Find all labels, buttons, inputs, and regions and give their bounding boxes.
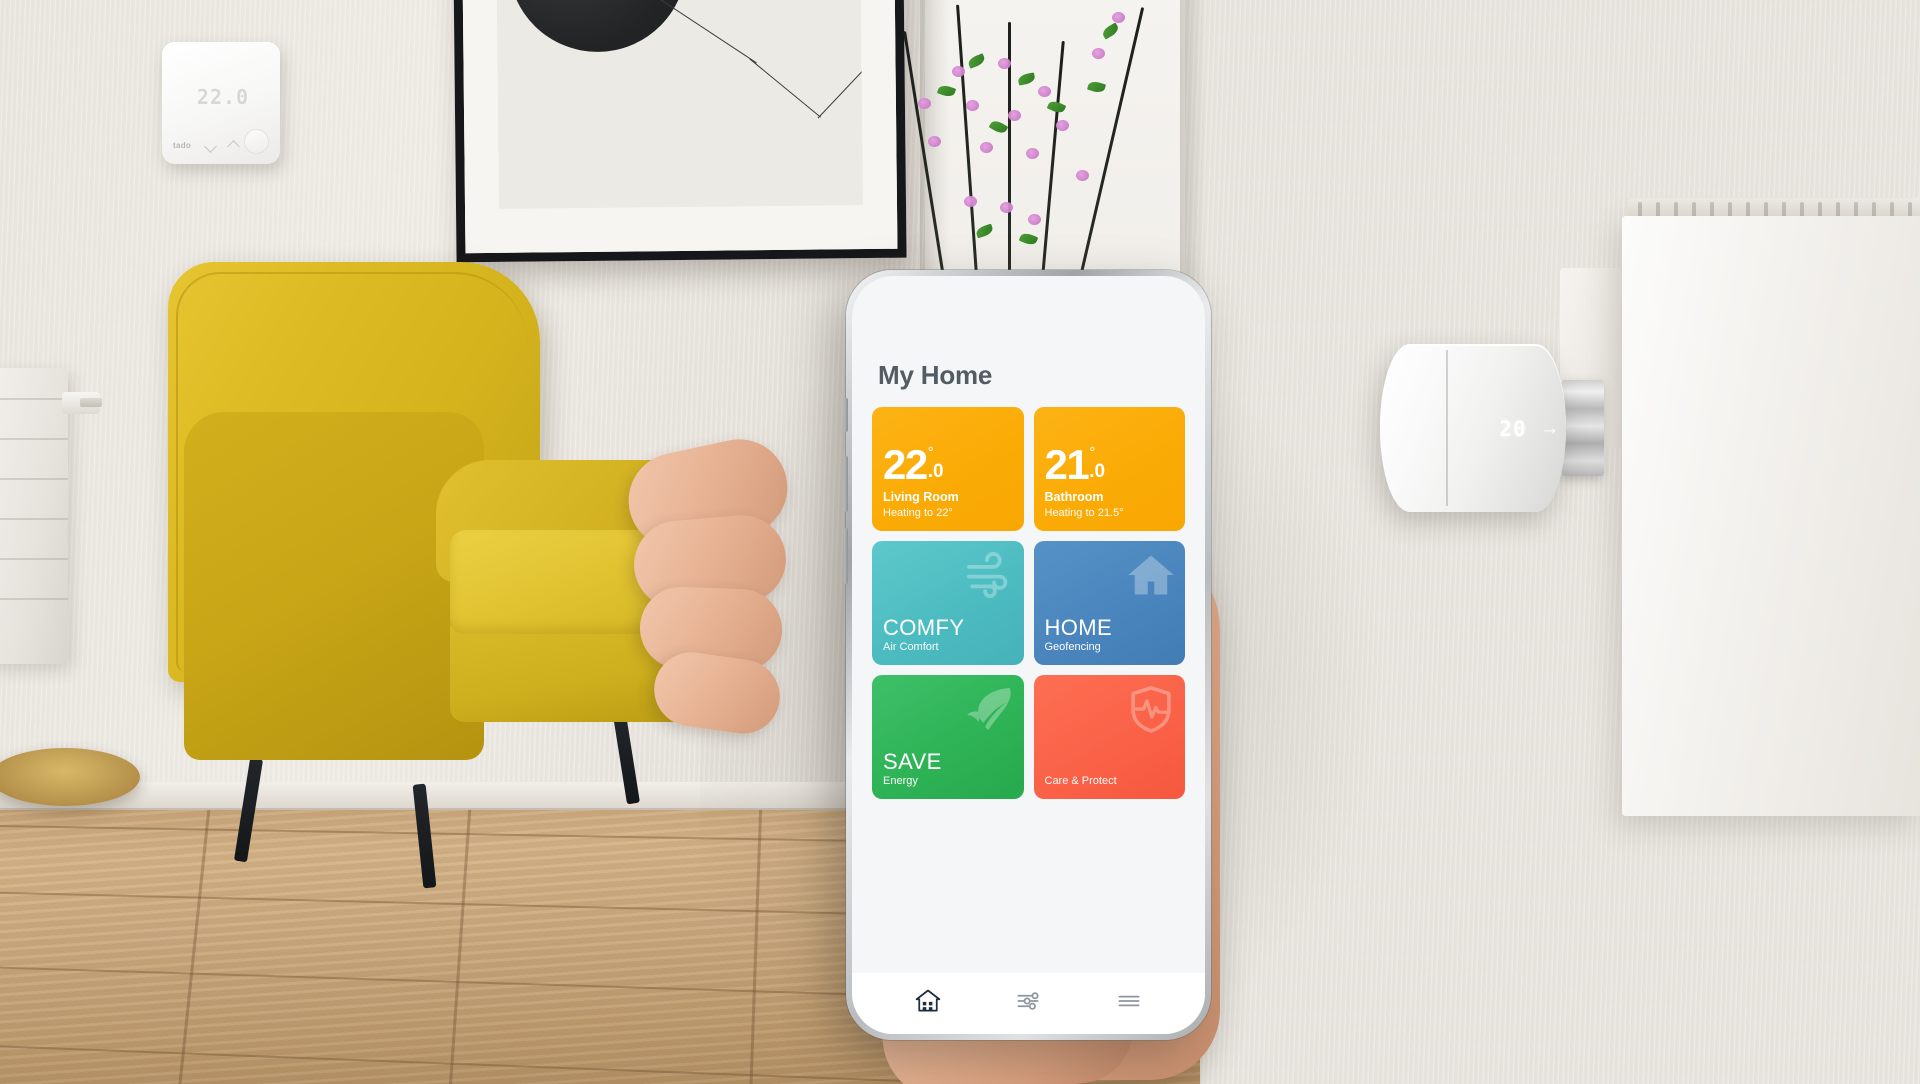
- thermostat-down-arrow-button[interactable]: [206, 141, 217, 152]
- skill-tile-comfy[interactable]: COMFY Air Comfort: [872, 541, 1024, 665]
- bathroom-temperature-decimal: .0: [1089, 460, 1106, 482]
- thermostat-brand-label: tado: [173, 141, 192, 150]
- phone-button-volume-up[interactable]: [844, 456, 848, 512]
- left-radiator-pipe: [80, 398, 102, 407]
- living-room-temperature-decimal: .0: [927, 460, 944, 482]
- framed-artwork: [453, 0, 907, 263]
- thermostat-display: 22.0: [196, 85, 250, 109]
- wall-thermostat-device[interactable]: 22.0 tado: [162, 42, 280, 164]
- nav-item-home[interactable]: [906, 984, 950, 1018]
- bathroom-temperature-integer: 21: [1044, 440, 1090, 488]
- thermostat-up-arrow-button[interactable]: [229, 141, 240, 152]
- comfy-title: COMFY: [883, 615, 965, 641]
- phone-button-mute[interactable]: [844, 398, 848, 432]
- smart-radiator-thermostat[interactable]: 20 →: [1380, 344, 1604, 512]
- thermostat-round-button[interactable]: [244, 129, 269, 154]
- shield-heartbeat-icon: [1125, 683, 1177, 735]
- radiator-valve-display: 20: [1499, 417, 1527, 442]
- bathroom-name: Bathroom: [1044, 490, 1104, 505]
- bathroom-degree-symbol: °: [1089, 443, 1096, 461]
- living-room-name: Living Room: [883, 490, 959, 505]
- radiator-valve-nut: [1562, 380, 1604, 476]
- right-radiator: [1622, 216, 1920, 816]
- wind-icon: [964, 549, 1016, 601]
- radiator-valve-arrow-icon: →: [1540, 418, 1559, 439]
- phone-button-volume-down[interactable]: [844, 528, 848, 584]
- smart-home-app: My Home 22 ° .0 Living Room Heating to 2…: [852, 276, 1205, 1034]
- yellow-armchair: [168, 262, 708, 889]
- home-nav-icon: [915, 989, 941, 1011]
- bottom-navigation-bar: [852, 972, 1205, 1034]
- room-tile-bathroom[interactable]: 21 ° .0 Bathroom Heating to 21.5°: [1033, 407, 1185, 531]
- leaf-icon: [964, 683, 1016, 735]
- phone-screen: My Home 22 ° .0 Living Room Heating to 2…: [852, 276, 1205, 1034]
- home-subtitle: Geofencing: [1044, 641, 1101, 654]
- room-tile-living-room[interactable]: 22 ° .0 Living Room Heating to 22°: [872, 407, 1024, 531]
- radiator-valve-body[interactable]: [1380, 344, 1566, 512]
- smartphone: My Home 22 ° .0 Living Room Heating to 2…: [844, 270, 1211, 1040]
- flowering-plant: [880, 0, 1200, 291]
- living-room-status: Heating to 22°: [883, 507, 953, 520]
- care-protect-subtitle: Care & Protect: [1044, 775, 1117, 788]
- house-icon: [1125, 549, 1177, 601]
- artwork-circle-shape: [507, 0, 688, 53]
- hamburger-nav-icon: [1118, 995, 1140, 1006]
- page-title: My Home: [878, 360, 993, 390]
- app-header: My Home: [852, 276, 1205, 407]
- sliders-nav-icon: [1017, 991, 1039, 1010]
- nav-item-settings[interactable]: [1006, 984, 1050, 1018]
- left-radiator: [0, 368, 68, 664]
- scene-root: 22.0 tado 20 → My Home 22 ° .0 Living Ro…: [0, 0, 1920, 1084]
- comfy-subtitle: Air Comfort: [883, 641, 939, 654]
- save-subtitle: Energy: [883, 775, 918, 788]
- skill-tile-care-protect[interactable]: Care & Protect: [1033, 675, 1185, 799]
- living-room-degree-symbol: °: [927, 443, 934, 461]
- nav-item-menu[interactable]: [1107, 984, 1151, 1018]
- skill-tile-save[interactable]: SAVE Energy: [872, 675, 1024, 799]
- living-room-temperature-integer: 22: [883, 440, 928, 488]
- tile-grid: 22 ° .0 Living Room Heating to 22° 21 ° …: [852, 407, 1205, 799]
- save-title: SAVE: [883, 749, 942, 775]
- home-title: HOME: [1044, 615, 1113, 641]
- skill-tile-home[interactable]: HOME Geofencing: [1033, 541, 1185, 665]
- bathroom-status: Heating to 21.5°: [1044, 507, 1124, 520]
